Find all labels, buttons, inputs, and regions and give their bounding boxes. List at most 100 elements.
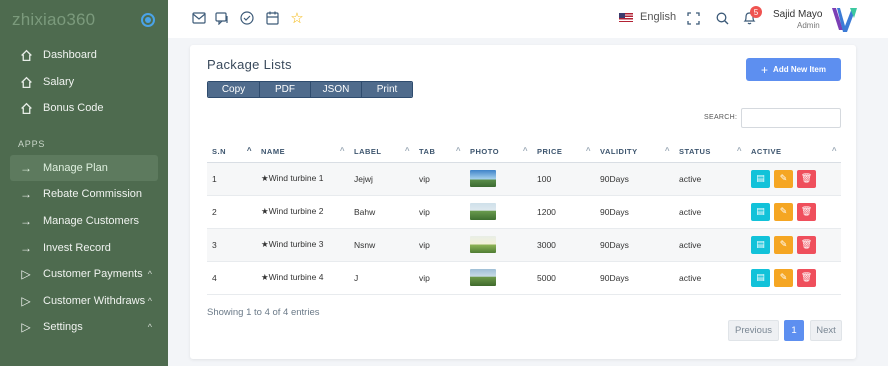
sidebar-item-customer-withdraws[interactable]: ▷ Customer Withdraws ^ (10, 288, 158, 314)
view-button[interactable]: ▤ (751, 169, 770, 188)
copy-button[interactable]: Copy (208, 82, 260, 97)
view-button[interactable]: ▤ (751, 268, 770, 287)
trash-icon: 🗑 (800, 272, 813, 282)
clipboard-icon: ▤ (756, 272, 765, 282)
sidebar-item-settings[interactable]: ▷ Settings ^ (10, 314, 158, 340)
sidebar-item-salary[interactable]: Salary (10, 69, 158, 95)
edit-button[interactable]: ✎ (774, 235, 793, 254)
sidebar-item-customer-payments[interactable]: ▷ Customer Payments ^ (10, 261, 158, 287)
cell-tab: vip (414, 162, 465, 196)
language-selector[interactable]: English (619, 11, 676, 23)
delete-button[interactable]: 🗑 (797, 169, 816, 188)
cell-validity: 90Days (595, 261, 674, 295)
column-header-photo[interactable]: PHOTO ^ (465, 142, 532, 163)
column-header-tab[interactable]: TAB ^ (414, 142, 465, 163)
wind-turbine-photo (470, 203, 496, 220)
cell-label: J (349, 261, 414, 295)
sort-icon: ^ (831, 146, 837, 155)
arrow-right-icon: → (20, 187, 32, 201)
edit-button[interactable]: ✎ (774, 169, 793, 188)
add-new-item-button[interactable]: + Add New Item (746, 58, 841, 81)
table-row: 3 ★Wind turbine 3 Nsnw vip 3000 90Days a… (207, 228, 841, 262)
cell-price: 1200 (532, 195, 595, 229)
sidebar-item-label: Dashboard (43, 49, 97, 61)
json-button[interactable]: JSON (311, 82, 362, 97)
cell-name: ★Wind turbine 4 (256, 261, 349, 295)
wind-turbine-photo (470, 269, 496, 286)
delete-button[interactable]: 🗑 (797, 202, 816, 221)
next-page-button[interactable]: Next (810, 320, 842, 341)
cell-photo (465, 261, 532, 295)
cell-sn: 3 (207, 228, 256, 262)
edit-button[interactable]: ✎ (774, 202, 793, 221)
cell-sn: 4 (207, 261, 256, 295)
sidebar-item-dashboard[interactable]: Dashboard (10, 42, 158, 68)
trash-icon: 🗑 (800, 206, 813, 216)
chevron-up-icon: ^ (147, 296, 152, 306)
cell-name: ★Wind turbine 2 (256, 195, 349, 229)
column-header-price[interactable]: PRICE ^ (532, 142, 595, 163)
sidebar-item-rebate-commission[interactable]: → Rebate Commission (10, 181, 158, 207)
user-role: Admin (797, 21, 820, 30)
edit-button[interactable]: ✎ (774, 268, 793, 287)
user-name[interactable]: Sajid Mayo (773, 9, 822, 20)
pencil-icon: ✎ (779, 272, 788, 282)
view-button[interactable]: ▤ (751, 235, 770, 254)
cell-actions: ▤ ✎ 🗑 (746, 162, 841, 196)
delete-button[interactable]: 🗑 (797, 268, 816, 287)
cell-sn: 1 (207, 162, 256, 196)
fullscreen-icon[interactable] (685, 10, 701, 26)
check-circle-icon[interactable] (239, 10, 255, 26)
us-flag-icon (619, 12, 633, 22)
cell-name: ★Wind turbine 3 (256, 228, 349, 262)
search-icon[interactable] (714, 10, 730, 26)
export-button-group: Copy PDF JSON Print (207, 81, 413, 98)
column-header-status[interactable]: STATUS ^ (674, 142, 746, 163)
sidebar-item-bonus-code[interactable]: Bonus Code (10, 95, 158, 121)
print-button[interactable]: Print (362, 82, 412, 97)
sort-icon: ^ (664, 146, 670, 155)
previous-page-button[interactable]: Previous (728, 320, 779, 341)
star-icon[interactable]: ☆ (289, 10, 305, 27)
column-header-name[interactable]: NAME ^ (256, 142, 349, 163)
table-row: 2 ★Wind turbine 2 Bahw vip 1200 90Days a… (207, 195, 841, 229)
home-icon (18, 49, 34, 62)
wind-turbine-photo (470, 236, 496, 253)
cell-price: 3000 (532, 228, 595, 262)
chevron-up-icon: ^ (147, 269, 152, 279)
sidebar-item-manage-customers[interactable]: → Manage Customers (10, 208, 158, 234)
cell-status: active (674, 195, 746, 229)
home-icon (18, 102, 34, 115)
sidebar-toggle-icon[interactable] (141, 13, 155, 27)
cell-photo (465, 162, 532, 196)
trash-icon: 🗑 (800, 239, 813, 249)
sidebar-item-manage-plan[interactable]: → Manage Plan (10, 155, 158, 181)
home-icon (18, 76, 34, 89)
delete-button[interactable]: 🗑 (797, 235, 816, 254)
avatar[interactable] (830, 4, 858, 34)
play-icon: ▷ (21, 320, 31, 334)
pdf-button[interactable]: PDF (260, 82, 311, 97)
chat-icon[interactable] (214, 10, 230, 26)
sidebar-item-label: Customer Withdraws (43, 295, 146, 307)
column-header-active[interactable]: ACTIVE ^ (746, 142, 841, 163)
sidebar-item-invest-record[interactable]: → Invest Record (10, 235, 158, 261)
table-row: 4 ★Wind turbine 4 J vip 5000 90Days acti… (207, 261, 841, 295)
column-header-label[interactable]: LABEL ^ (349, 142, 414, 163)
view-button[interactable]: ▤ (751, 202, 770, 221)
topbar: ☆ English 5 Sajid Mayo Admin (168, 0, 888, 38)
sidebar-item-label: Manage Customers (43, 215, 139, 227)
cell-tab: vip (414, 195, 465, 229)
cell-status: active (674, 228, 746, 262)
cell-status: active (674, 261, 746, 295)
sort-icon: ^ (736, 146, 742, 155)
search-input[interactable] (741, 108, 841, 128)
page-1-button[interactable]: 1 (784, 320, 804, 341)
mail-icon[interactable] (191, 10, 207, 26)
wind-turbine-photo (470, 170, 496, 187)
column-header-validity[interactable]: VALIDITY ^ (595, 142, 674, 163)
column-header-sn[interactable]: S.N ^ (207, 142, 256, 163)
calendar-icon[interactable] (264, 10, 280, 26)
language-label: English (640, 11, 677, 23)
table-info: Showing 1 to 4 of 4 entries (207, 307, 320, 318)
